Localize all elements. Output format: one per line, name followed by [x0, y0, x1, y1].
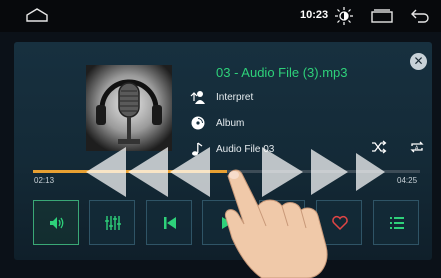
- music-note-icon: [192, 142, 203, 156]
- progress-track[interactable]: [33, 170, 420, 173]
- total-time: 04:25: [397, 176, 418, 185]
- sound-button[interactable]: [33, 200, 79, 245]
- status-bar: 10:23: [0, 0, 441, 32]
- home-icon[interactable]: [26, 8, 48, 22]
- disc-icon: [191, 116, 205, 130]
- next-button[interactable]: [259, 200, 305, 245]
- shuffle-icon[interactable]: [371, 140, 387, 154]
- track-title: 03 - Audio File (3).mp3: [216, 65, 348, 80]
- equalizer-icon: [105, 216, 121, 230]
- brightness-icon[interactable]: [334, 6, 354, 26]
- repeat-icon[interactable]: A: [409, 140, 425, 154]
- skip-previous-icon: [164, 217, 176, 229]
- elapsed-time: 02:13: [34, 176, 55, 185]
- play-icon: [222, 217, 232, 229]
- recent-apps-icon[interactable]: [371, 9, 393, 23]
- close-button[interactable]: ✕: [410, 53, 427, 70]
- folder-label: Audio File 03: [216, 144, 275, 155]
- close-icon: ✕: [413, 54, 424, 68]
- progress-fill: [33, 170, 227, 173]
- back-icon[interactable]: [410, 8, 430, 24]
- artist-label: Interpret: [216, 92, 254, 103]
- list-icon: [390, 217, 404, 229]
- heart-icon: [332, 215, 348, 231]
- play-pause-button[interactable]: [202, 200, 248, 245]
- album-art: [86, 65, 172, 151]
- artist-icon: [190, 91, 205, 104]
- favorite-button[interactable]: [316, 200, 362, 245]
- skip-next-icon: [277, 217, 289, 229]
- equalizer-button[interactable]: [89, 200, 135, 245]
- playlist-button[interactable]: [373, 200, 419, 245]
- previous-button[interactable]: [146, 200, 192, 245]
- speaker-icon: [50, 217, 64, 229]
- album-label: Album: [216, 118, 245, 129]
- status-clock: 10:23: [300, 9, 329, 21]
